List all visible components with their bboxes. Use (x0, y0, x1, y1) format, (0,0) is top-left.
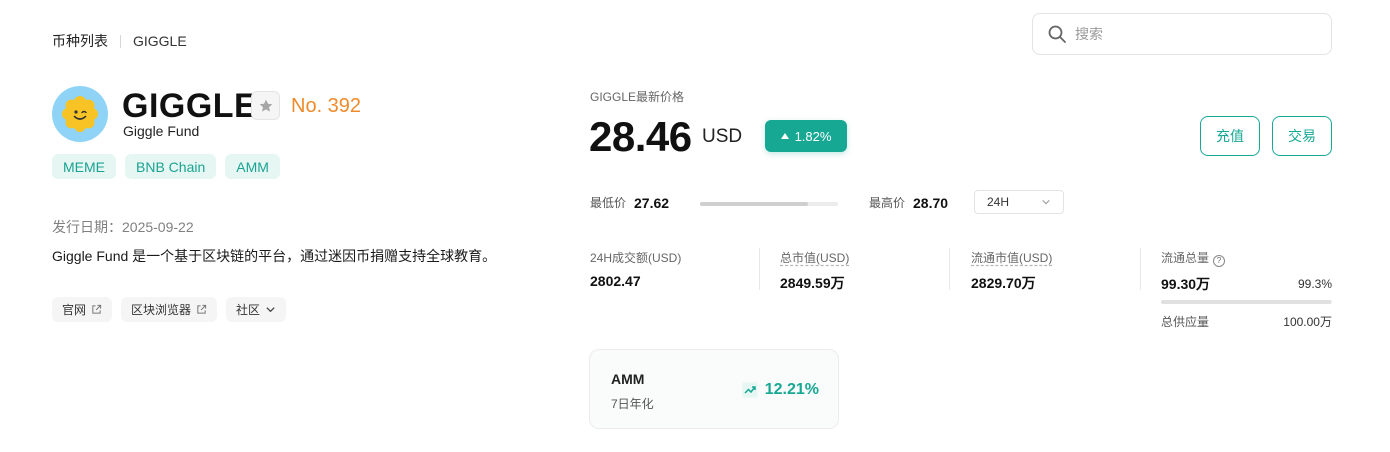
coin-rank: No. 392 (291, 95, 362, 117)
trade-button[interactable]: 交易 (1272, 116, 1332, 156)
explorer-link[interactable]: 区块浏览器 (121, 297, 218, 322)
coin-description: Giggle Fund 是一个基于区块链的平台，通过迷因币捐赠支持全球教育。 (52, 248, 497, 264)
stat-volume-label: 24H成交额(USD) (590, 251, 682, 265)
amm-title: AMM (611, 371, 645, 387)
tag-meme[interactable]: MEME (52, 154, 116, 179)
issue-date: 发行日期：2025-09-22 (52, 217, 194, 237)
link-list: 官网 区块浏览器 社区 (52, 297, 287, 322)
stat-circ-supply-value: 99.30万 (1161, 275, 1211, 292)
search-input[interactable] (1075, 26, 1315, 42)
up-arrow-icon (780, 133, 789, 139)
star-icon (259, 99, 272, 112)
supply-progress-fill (1161, 300, 1331, 304)
smiley-flower-icon (62, 96, 98, 132)
price-label: GIGGLE最新价格 (590, 90, 685, 104)
total-supply: 总供应量 100.00万 (1161, 313, 1332, 330)
period-value: 24H (987, 195, 1010, 209)
breadcrumb-root[interactable]: 币种列表 (52, 31, 108, 51)
total-supply-value: 100.00万 (1283, 315, 1332, 329)
stat-circ-supply-pct: 99.3% (1297, 276, 1332, 291)
high-price: 最高价 28.70 (869, 194, 948, 211)
supply-progress-bar (1161, 300, 1332, 304)
coin-logo (52, 86, 108, 142)
official-site-link[interactable]: 官网 (52, 297, 113, 322)
breadcrumb-separator (120, 34, 121, 48)
stat-circ-supply-label: 流通总量 (1161, 251, 1210, 265)
period-select[interactable]: 24H (974, 190, 1064, 214)
amm-rate: 12.21% (742, 381, 819, 399)
coin-fullname: Giggle Fund (123, 123, 200, 139)
low-price-value: 27.62 (634, 194, 670, 211)
tag-amm[interactable]: AMM (225, 154, 280, 179)
search-icon (1048, 25, 1066, 43)
official-site-label: 官网 (62, 303, 87, 317)
stat-volume: 24H成交额(USD) 2802.47 (590, 249, 681, 289)
stat-market-cap: 总市值(USD) 2849.59万 (780, 249, 849, 293)
question-icon[interactable]: ? (1213, 254, 1226, 267)
price-unit: USD (702, 126, 743, 147)
stat-circ-supply: 流通总量? 99.30万 99.3% (1161, 249, 1332, 294)
deposit-button[interactable]: 充值 (1200, 116, 1260, 156)
amm-card[interactable]: AMM 7日年化 12.21% (589, 349, 839, 429)
high-price-value: 28.70 (913, 194, 949, 211)
explorer-label: 区块浏览器 (131, 303, 192, 317)
external-link-icon (197, 304, 207, 314)
tag-list: MEME BNB Chain AMM (52, 154, 280, 179)
tag-bnb-chain[interactable]: BNB Chain (125, 154, 217, 179)
breadcrumb: 币种列表 GIGGLE (52, 31, 187, 51)
stat-circ-supply-row: 99.30万 99.3% (1161, 274, 1332, 294)
low-price-label: 最低价 (590, 196, 627, 210)
community-dropdown[interactable]: 社区 (226, 297, 287, 322)
high-price-label: 最高价 (869, 196, 906, 210)
divider (1140, 248, 1141, 290)
issue-date-label: 发行日期： (52, 219, 122, 235)
low-price: 最低价 27.62 (590, 194, 669, 211)
amm-rate-value: 12.21% (764, 381, 819, 398)
stat-circ-market-cap-label[interactable]: 流通市值(USD) (971, 249, 1052, 266)
search-box[interactable] (1032, 13, 1332, 55)
chevron-down-icon (266, 307, 275, 313)
trend-up-icon (742, 382, 758, 398)
price-range-bar (700, 202, 838, 206)
price-change-badge: 1.82% (765, 120, 847, 152)
favorite-button[interactable] (251, 91, 280, 120)
price-change-value: 1.82% (794, 128, 832, 144)
stat-circ-supply-label-row: 流通总量? (1161, 249, 1332, 267)
total-supply-label: 总供应量 (1161, 315, 1210, 329)
price-range-fill (700, 202, 808, 206)
issue-date-value: 2025-09-22 (122, 219, 194, 235)
stat-market-cap-label[interactable]: 总市值(USD) (780, 249, 849, 266)
divider (759, 248, 760, 290)
breadcrumb-current: GIGGLE (133, 33, 187, 49)
stat-circ-market-cap-value: 2829.70万 (971, 275, 1036, 291)
stat-volume-value: 2802.47 (590, 273, 641, 289)
external-link-icon (92, 304, 102, 314)
stat-circ-market-cap: 流通市值(USD) 2829.70万 (971, 249, 1052, 293)
amm-subtitle: 7日年化 (611, 397, 654, 411)
latest-price: 28.46 (589, 113, 692, 160)
stat-market-cap-value: 2849.59万 (780, 275, 845, 291)
chevron-down-icon (1042, 199, 1050, 205)
community-label: 社区 (236, 303, 261, 317)
coin-symbol: GIGGLE (122, 87, 258, 125)
divider (949, 248, 950, 290)
